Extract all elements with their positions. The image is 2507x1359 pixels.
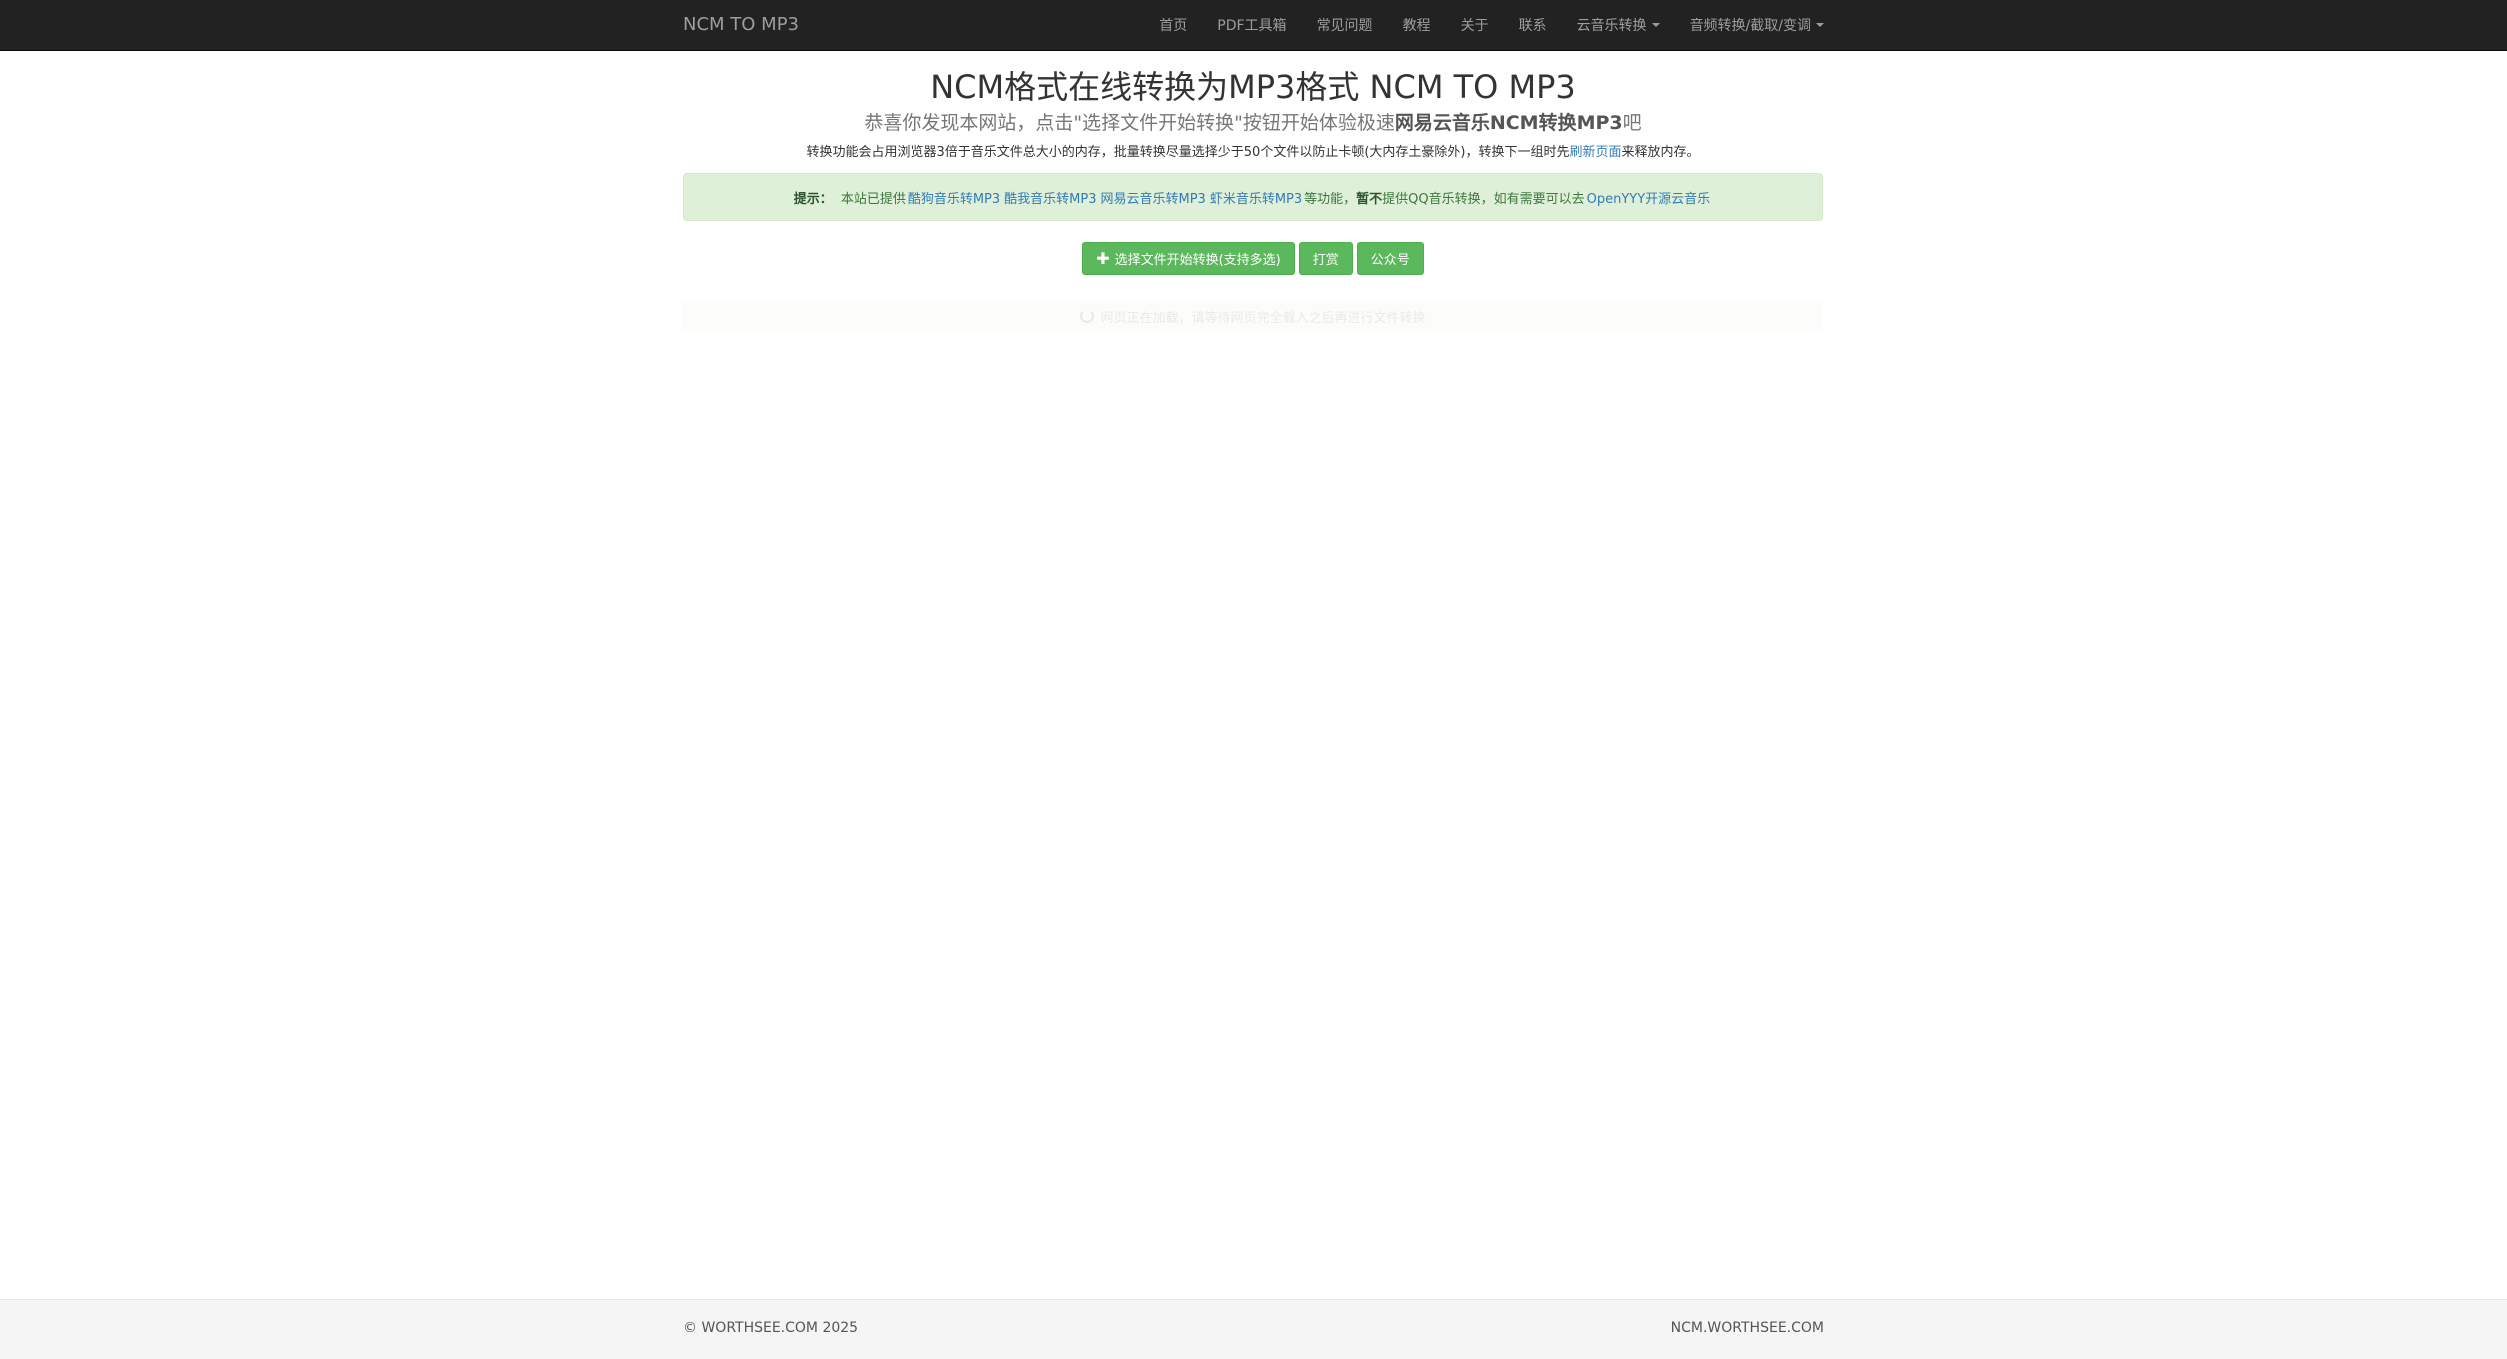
nav-item-label: PDF工具箱 <box>1217 18 1287 34</box>
xiami-to-mp3-link[interactable]: 虾米音乐转MP3 <box>1210 188 1302 207</box>
caret-down-icon <box>1651 23 1660 27</box>
spinner-icon <box>1080 309 1095 323</box>
memory-note: 转换功能会占用浏览器3倍于音乐文件总大小的内存，批量转换尽量选择少于50个文件以… <box>683 144 1823 162</box>
copyright-text: © WORTHSEE.COM 2025 <box>683 1320 859 1336</box>
caret-down-icon <box>1816 23 1824 27</box>
nav-dropdown-audio-tools[interactable]: 音频转换/截取/变调 <box>1690 15 1824 35</box>
page-title: NCM格式在线转换为MP3格式 NCM TO MP3 <box>930 68 1576 106</box>
nav-item-label: 音频转换/截取/变调 <box>1689 18 1811 34</box>
kuwo-to-mp3-link[interactable]: 酷我音乐转MP3 <box>1004 188 1096 207</box>
memory-note-start: 转换功能会占用浏览器3倍于音乐文件总大小的内存，批量转换尽量选择少于50个文件以… <box>806 145 1570 160</box>
brand-link[interactable]: NCM TO MP3 <box>683 13 799 37</box>
loading-notice: 网页正在加载，请等待网页完全载入之后再进行文件转换 <box>683 301 1823 331</box>
nav-item-pdf-tools[interactable]: PDF工具箱 <box>1217 15 1286 35</box>
nav-item-label: 教程 <box>1402 18 1431 34</box>
refresh-page-link[interactable]: 刷新页面 <box>1569 145 1621 160</box>
lead-text: 恭喜你发现本网站，点击"选择文件开始转换"按钮开始体验极速网易云音乐NCM转换M… <box>683 110 1823 136</box>
wechat-account-label: 公众号 <box>1370 253 1410 268</box>
nav-item-label: 首页 <box>1159 18 1188 34</box>
donate-button[interactable]: 打赏 <box>1298 242 1353 275</box>
action-buttons: ✚ 选择文件开始转换(支持多选) 打赏 公众号 <box>683 242 1823 275</box>
tip-alert: 提示： 本站已提供 酷狗音乐转MP3 酷我音乐转MP3 网易云音乐转MP3 虾米… <box>683 173 1823 221</box>
nav-item-label: 关于 <box>1460 18 1489 34</box>
top-navbar: NCM TO MP3 首页 PDF工具箱 常见问题 教程 关于 联系 云音乐转换… <box>0 0 2507 51</box>
tip-intro: 本站已提供 <box>840 191 906 207</box>
nav-item-faq[interactable]: 常见问题 <box>1317 15 1373 35</box>
nav-item-tutorial[interactable]: 教程 <box>1403 15 1431 35</box>
nav-item-contact[interactable]: 联系 <box>1519 15 1547 35</box>
main-container: NCM格式在线转换为MP3格式 NCM TO MP3 恭喜你发现本网站，点击"选… <box>683 50 1823 331</box>
lead-text-bold: 网易云音乐NCM转换MP3 <box>1394 112 1623 134</box>
nav-item-about[interactable]: 关于 <box>1461 15 1489 35</box>
donate-label: 打赏 <box>1312 253 1339 268</box>
wechat-account-button[interactable]: 公众号 <box>1356 242 1424 275</box>
plus-icon: ✚ <box>1096 248 1110 268</box>
tip-middle: 等功能， <box>1304 191 1357 207</box>
memory-note-end: 来释放内存。 <box>1621 145 1700 160</box>
tip-label: 提示： <box>793 191 833 207</box>
footer: © WORTHSEE.COM 2025 NCM.WORTHSEE.COM <box>0 1299 2507 1359</box>
nav-item-label: 联系 <box>1518 18 1547 34</box>
tip-after: 提供QQ音乐转换，如有需要可以去 <box>1382 191 1585 207</box>
openyyy-link[interactable]: OpenYYY开源云音乐 <box>1587 188 1711 207</box>
kugou-to-mp3-link[interactable]: 酷狗音乐转MP3 <box>908 188 1000 207</box>
select-files-button[interactable]: ✚ 选择文件开始转换(支持多选) <box>1082 242 1295 275</box>
nav-item-label: 常见问题 <box>1316 18 1373 34</box>
site-domain: NCM.WORTHSEE.COM <box>1670 1320 1824 1336</box>
select-files-label: 选择文件开始转换(支持多选) <box>1114 253 1281 268</box>
netease-to-mp3-link[interactable]: 网易云音乐转MP3 <box>1100 188 1205 207</box>
nav-item-home[interactable]: 首页 <box>1159 15 1187 35</box>
lead-text-start: 恭喜你发现本网站，点击"选择文件开始转换"按钮开始体验极速 <box>864 112 1395 134</box>
tip-bold: 暂不 <box>1356 191 1383 207</box>
nav-item-label: 云音乐转换 <box>1576 18 1647 34</box>
lead-text-end: 吧 <box>1622 112 1642 134</box>
loading-text: 网页正在加载，请等待网页完全载入之后再进行文件转换 <box>1100 310 1426 326</box>
main-nav: 首页 PDF工具箱 常见问题 教程 关于 联系 云音乐转换 音频转换/截取/变调 <box>1129 0 1824 50</box>
nav-dropdown-cloud-music[interactable]: 云音乐转换 <box>1577 15 1660 35</box>
